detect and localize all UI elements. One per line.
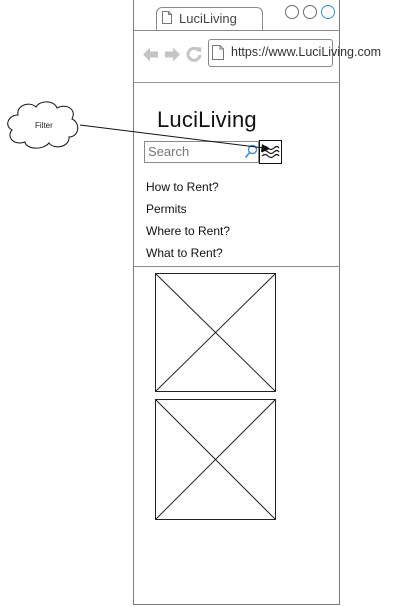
filter-button[interactable] <box>259 140 282 164</box>
search-placeholder: Search <box>148 144 190 159</box>
back-arrow-icon[interactable] <box>142 46 159 63</box>
forward-arrow-icon[interactable] <box>164 46 181 63</box>
page-icon <box>212 45 224 60</box>
tab-title: LuciLiving <box>179 11 237 26</box>
content-divider <box>134 266 340 267</box>
menu-item-what-to-rent[interactable]: What to Rent? <box>146 246 223 260</box>
filter-waves-icon <box>261 145 280 159</box>
minimize-button[interactable] <box>285 5 299 19</box>
menu-item-where-to-rent[interactable]: Where to Rent? <box>146 224 230 238</box>
url-text[interactable]: https://www.LuciLiving.com <box>231 45 381 59</box>
maximize-button[interactable] <box>303 5 317 19</box>
close-button[interactable] <box>321 5 335 19</box>
menu-item-permits[interactable]: Permits <box>146 202 187 216</box>
image-placeholder <box>155 273 276 392</box>
annotation-label: Filter <box>35 121 53 130</box>
reload-icon[interactable] <box>186 46 202 62</box>
toolbar-divider <box>134 82 340 83</box>
menu-item-how-to-rent[interactable]: How to Rent? <box>146 180 219 194</box>
site-title: LuciLiving <box>157 107 257 132</box>
document-icon <box>162 11 172 24</box>
image-placeholder <box>155 399 276 520</box>
tab-bar-divider <box>134 30 340 31</box>
search-icon[interactable] <box>244 144 258 160</box>
